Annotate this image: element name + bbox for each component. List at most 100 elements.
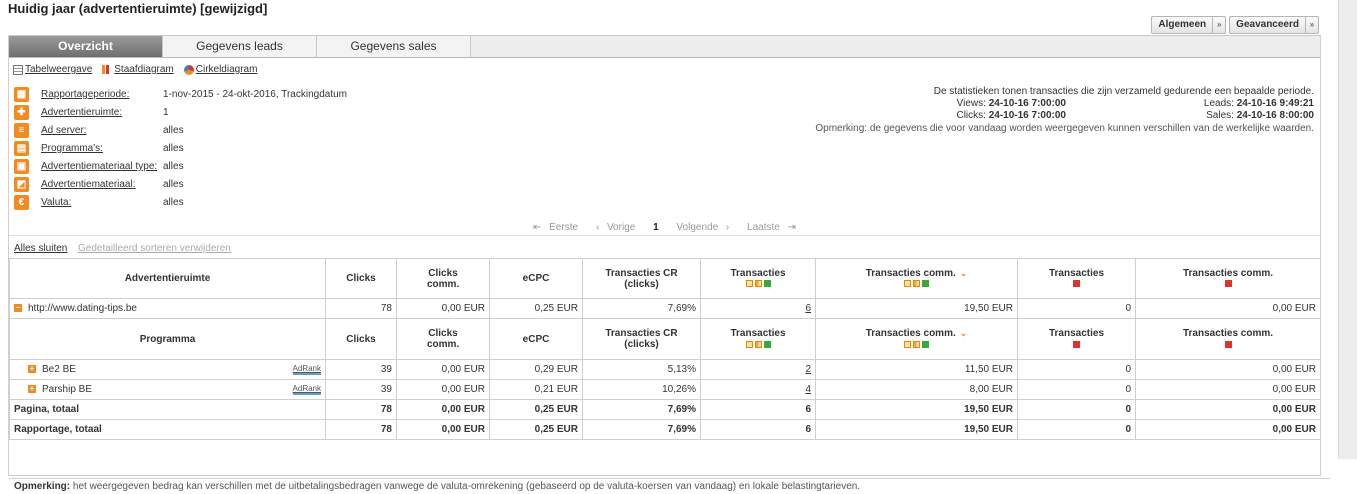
col-transactions-comm-rejected[interactable]: Transacties comm. — [1135, 318, 1321, 360]
adrank-icon[interactable]: AdRank — [292, 364, 321, 375]
tab-sales[interactable]: Gegevens sales — [317, 36, 471, 57]
program-icon: ▤ — [14, 141, 29, 156]
cell-clicks: 39 — [325, 379, 397, 400]
cell-cr: 7,69% — [582, 419, 701, 440]
col-transactions-comm-rejected-label: Transacties comm. — [1182, 328, 1274, 339]
filter-value: 1 — [163, 107, 169, 118]
cell-cr: 7,69% — [582, 298, 701, 319]
sales-value: 24-10-16 8:00:00 — [1236, 110, 1314, 121]
col-ecpc[interactable]: eCPC — [489, 258, 583, 299]
adspace-name: http://www.dating-tips.be — [28, 303, 137, 314]
adspace-cell[interactable]: − http://www.dating-tips.be — [9, 298, 326, 319]
filter-value: alles — [163, 125, 184, 136]
cell-transactions-rejected: 0 — [1017, 298, 1136, 319]
table-view-link[interactable]: Tabelweergave — [13, 64, 92, 75]
page-total-row: Pagina, totaal 78 0,00 EUR 0,25 EUR 7,69… — [9, 399, 1321, 420]
sort-desc-icon[interactable]: ⌄ — [960, 328, 968, 338]
collapse-icon[interactable]: − — [14, 304, 22, 313]
col-transactions[interactable]: Transacties — [700, 258, 816, 299]
cell-transactions[interactable]: 2 — [700, 359, 816, 380]
cell-clicks-comm: 0,00 EUR — [396, 399, 490, 420]
cell-transactions: 6 — [700, 419, 816, 440]
general-button[interactable]: Algemeen » — [1151, 16, 1227, 34]
open-status-icon — [904, 340, 911, 348]
pending-status-icon — [754, 340, 762, 348]
cell-ecpc: 0,25 EUR — [489, 399, 583, 420]
col-transactions-label: Transacties — [730, 267, 786, 279]
col-transactions-rejected[interactable]: Transacties — [1017, 318, 1136, 360]
top-button-group: Algemeen » Geavanceerd » — [1151, 16, 1319, 34]
col-transactions-comm-rejected-label: Transacties comm. — [1182, 267, 1274, 279]
pager-prev[interactable]: ‹ Vorige — [596, 222, 640, 233]
col-ecpc[interactable]: eCPC — [489, 318, 583, 360]
report-panel: Overzicht Gegevens leads Gegevens sales … — [8, 35, 1330, 492]
filter-label[interactable]: Advertentiemateriaal: — [41, 179, 136, 190]
pending-status-icon — [913, 280, 920, 288]
scrollbar-track[interactable] — [1338, 0, 1357, 459]
cell-transactions[interactable]: 6 — [700, 298, 816, 319]
program-cell[interactable]: + Parship BE AdRank — [9, 379, 326, 400]
transactions-link[interactable]: 2 — [805, 364, 811, 375]
open-status-icon — [745, 340, 753, 348]
col-transactions[interactable]: Transacties — [700, 318, 816, 360]
col-transactions-comm-rejected[interactable]: Transacties comm. — [1135, 258, 1321, 299]
filter-label[interactable]: Rapportageperiode: — [41, 89, 129, 100]
filter-label[interactable]: Ad server: — [41, 125, 87, 136]
filter-label[interactable]: Programma's: — [41, 143, 103, 154]
pager-next[interactable]: Volgende › — [671, 222, 729, 233]
col-transactions-comm[interactable]: Transacties comm. ⌄ — [815, 318, 1018, 360]
cell-cr: 5,13% — [582, 359, 701, 380]
cell-transactions[interactable]: 4 — [700, 379, 816, 400]
tab-leads[interactable]: Gegevens leads — [163, 36, 317, 57]
calendar-icon: ▦ — [14, 87, 29, 102]
pie-chart-link[interactable]: Cirkeldiagram — [183, 64, 257, 75]
expand-icon[interactable]: + — [28, 365, 36, 374]
table-row: + Parship BE AdRank 39 0,00 EUR 0,21 EUR 1… — [9, 379, 1321, 400]
transactions-link[interactable]: 6 — [805, 303, 811, 314]
rejected-status-icon — [1073, 340, 1080, 348]
report-total-row: Rapportage, totaal 78 0,00 EUR 0,25 EUR … — [9, 419, 1321, 440]
transactions-link[interactable]: 4 — [805, 384, 811, 395]
cell-transactions-rejected: 0 — [1017, 359, 1136, 380]
remove-sort-link[interactable]: Gedetailleerd sorteren verwijderen — [78, 243, 231, 254]
stats-remark: Opmerking: de gegevens die voor vandaag … — [815, 123, 1314, 134]
col-clicks-comm[interactable]: Clicks comm. — [396, 318, 490, 360]
col-transactions-label: Transacties — [730, 328, 786, 339]
cell-clicks-comm: 0,00 EUR — [396, 298, 490, 319]
col-clicks-comm[interactable]: Clicks comm. — [396, 258, 490, 299]
table-view-label: Tabelweergave — [25, 64, 93, 75]
col-adspace[interactable]: Advertentieruimte — [9, 258, 326, 299]
filter-label[interactable]: Advertentiemateriaal type: — [41, 161, 157, 172]
filter-label[interactable]: Advertentieruimte: — [41, 107, 122, 118]
cell-ecpc: 0,25 EUR — [489, 419, 583, 440]
cell-clicks-comm: 0,00 EUR — [396, 419, 490, 440]
filter-value: alles — [163, 161, 184, 172]
col-transactions-comm[interactable]: Transacties comm. ⌄ — [815, 258, 1018, 299]
advanced-button[interactable]: Geavanceerd » — [1229, 16, 1319, 34]
tab-overview[interactable]: Overzicht — [9, 36, 163, 57]
pager-first[interactable]: ⇤ Eerste — [533, 222, 583, 233]
bar-chart-link[interactable]: Staafdiagram — [102, 64, 174, 75]
cell-cr: 7,69% — [582, 399, 701, 420]
col-clicks[interactable]: Clicks — [325, 258, 397, 299]
col-cr[interactable]: Transacties CR (clicks) — [582, 318, 701, 360]
filter-label[interactable]: Valuta: — [41, 197, 71, 208]
expand-icon[interactable]: + — [28, 385, 36, 394]
col-cr[interactable]: Transacties CR (clicks) — [582, 258, 701, 299]
program-cell[interactable]: + Be2 BE AdRank — [9, 359, 326, 380]
adrank-icon[interactable]: AdRank — [292, 384, 321, 395]
close-all-link[interactable]: Alles sluiten — [14, 243, 67, 254]
cell-clicks: 39 — [325, 359, 397, 380]
approved-status-icon — [763, 280, 771, 288]
col-program[interactable]: Programma — [9, 318, 326, 360]
col-transactions-rejected-label: Transacties — [1048, 267, 1105, 279]
material-type-icon: ▣ — [14, 159, 29, 174]
col-clicks[interactable]: Clicks — [325, 318, 397, 360]
col-transactions-rejected[interactable]: Transacties — [1017, 258, 1136, 299]
sort-desc-icon[interactable]: ⌄ — [960, 268, 968, 278]
pager-last[interactable]: Laatste ⇥ — [742, 222, 796, 233]
pagination: ⇤ Eerste ‹ Vorige 1 Volgende › Laatste ⇥ — [9, 222, 1320, 233]
col-transactions-comm-label: Transacties comm. — [865, 328, 956, 339]
pending-status-icon — [913, 340, 920, 348]
cell-transactions-rejected: 0 — [1017, 419, 1136, 440]
